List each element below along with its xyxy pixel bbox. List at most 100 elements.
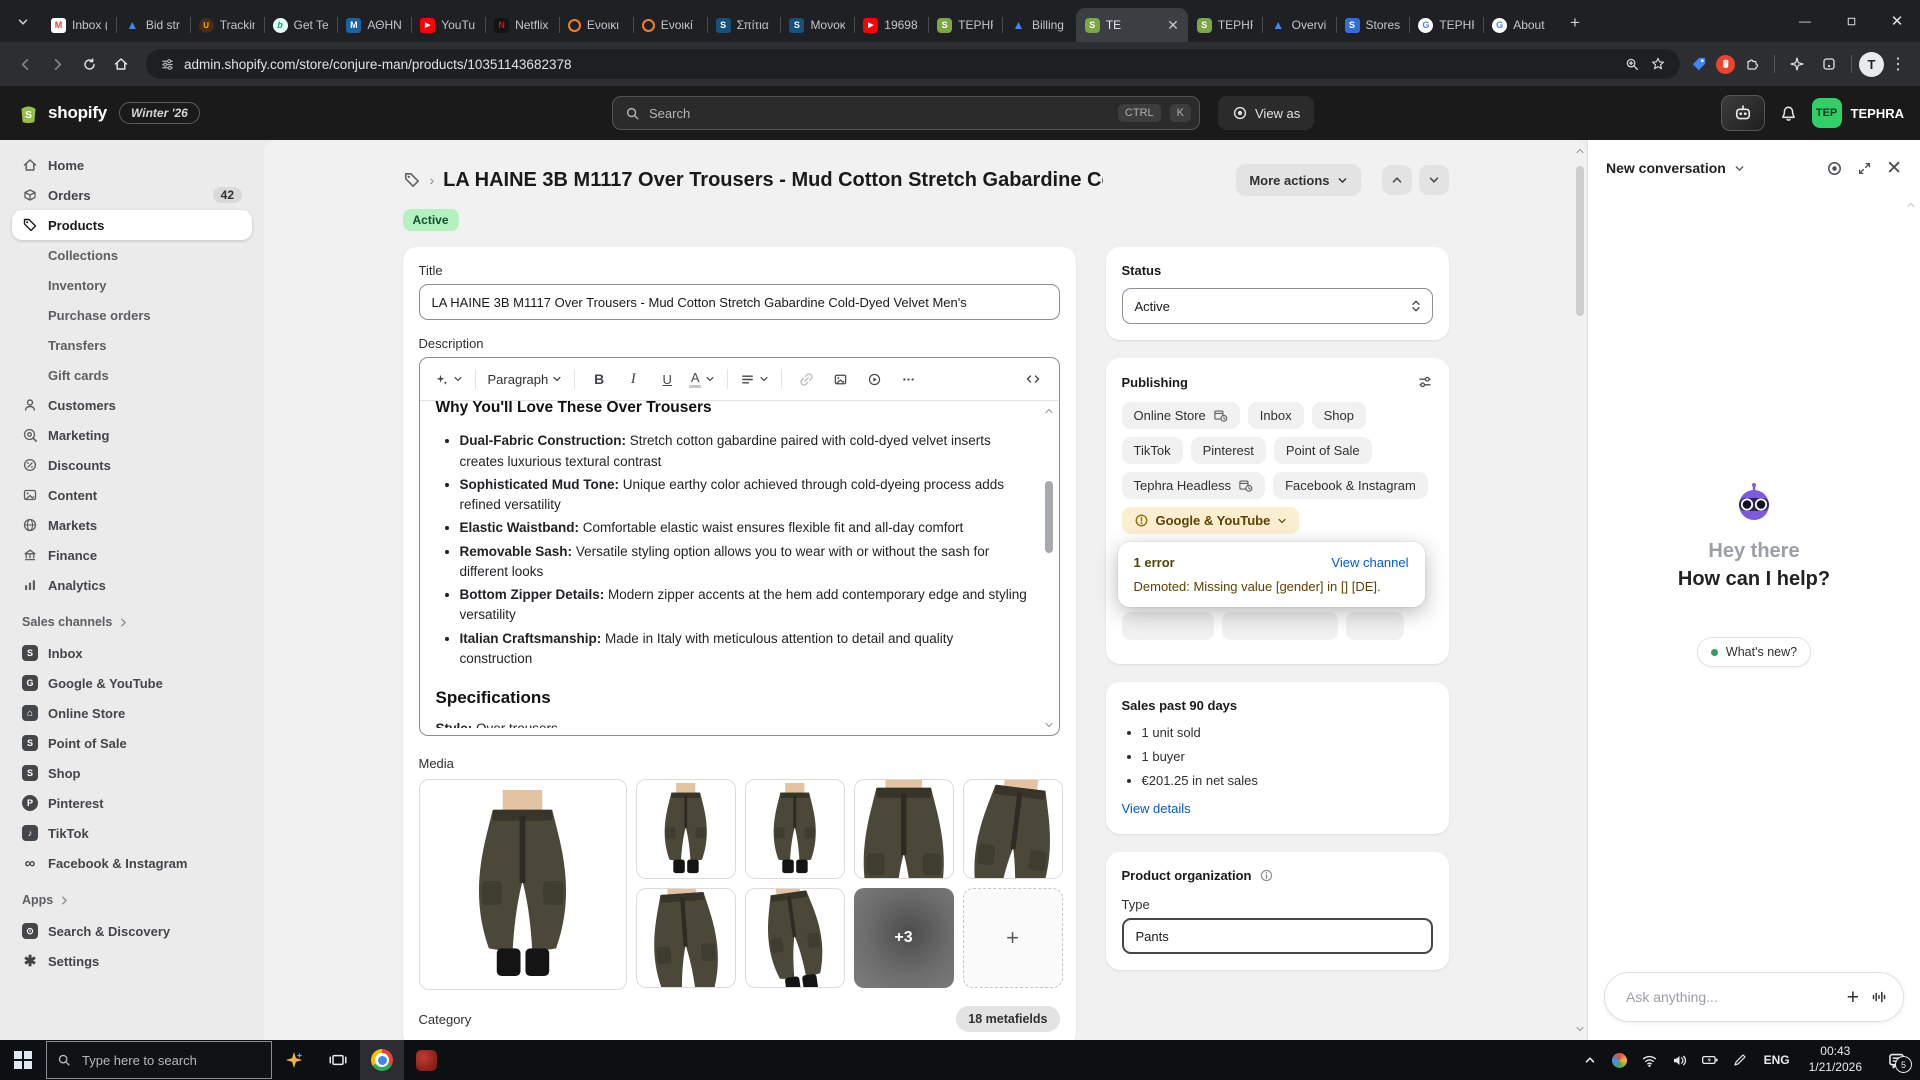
paragraph-style-dropdown[interactable]: Paragraph — [484, 365, 567, 393]
sidebar-item[interactable]: Products — [12, 210, 252, 240]
main-scrollbar-thumb[interactable] — [1576, 166, 1584, 316]
previous-product-button[interactable] — [1382, 165, 1412, 195]
admin-search-bar[interactable]: Search CTRL K — [612, 96, 1200, 130]
notification-center-icon[interactable]: 5 — [1872, 1040, 1920, 1080]
italic-button[interactable]: I — [617, 365, 649, 393]
underline-button[interactable]: U — [651, 365, 683, 393]
forward-icon[interactable] — [42, 49, 72, 79]
sidebar-item[interactable]: Content — [12, 480, 252, 510]
voice-input-icon[interactable] — [1871, 989, 1887, 1005]
scroll-up-icon[interactable] — [1044, 406, 1054, 416]
more-formatting-button[interactable] — [892, 365, 924, 393]
view-as-button[interactable]: View as — [1218, 96, 1314, 130]
minimize-button[interactable]: — — [1782, 0, 1828, 42]
home-icon[interactable] — [106, 49, 136, 79]
ask-anything-field[interactable] — [1624, 988, 1835, 1006]
more-actions-button[interactable]: More actions — [1236, 164, 1360, 196]
sidekick-button[interactable] — [1721, 95, 1765, 131]
maximize-button[interactable] — [1828, 0, 1874, 42]
whats-new-chip[interactable]: What's new? — [1697, 637, 1811, 667]
sidebar-item[interactable]: Orders 42 — [12, 180, 252, 210]
channel-pill[interactable]: Online Store — [1122, 402, 1240, 429]
channel-pill[interactable]: Pinterest — [1191, 437, 1266, 464]
bold-button[interactable]: B — [583, 365, 615, 393]
sidebar-channel-item[interactable]: P Pinterest — [12, 788, 252, 818]
browser-tab[interactable]: S TEPHR — [928, 8, 1002, 42]
attach-plus-icon[interactable]: + — [1847, 987, 1859, 1008]
browser-tab[interactable]: ▶ 19698 — [854, 8, 928, 42]
tray-color-app-icon[interactable] — [1605, 1040, 1635, 1080]
browser-tab[interactable]: ▲ Bid str — [116, 8, 190, 42]
product-type-input[interactable] — [1122, 918, 1433, 954]
browser-tab[interactable]: N Netflix — [485, 8, 559, 42]
media-photo-tile[interactable] — [963, 779, 1063, 879]
scroll-up-icon[interactable] — [1575, 146, 1585, 156]
insert-image-button[interactable] — [824, 365, 856, 393]
visibility-icon[interactable] — [1826, 160, 1843, 177]
language-indicator[interactable]: ENG — [1755, 1053, 1799, 1067]
channel-pill[interactable]: Shop — [1312, 402, 1366, 429]
text-color-button[interactable]: A — [685, 365, 719, 393]
browser-tab[interactable]: Ενοικί — [633, 8, 707, 42]
tab-search-button[interactable] — [8, 7, 38, 37]
new-tab-button[interactable]: + — [1561, 9, 1589, 37]
sidebar-subitem[interactable]: Collections — [12, 240, 252, 270]
pen-icon[interactable] — [1725, 1040, 1755, 1080]
reload-icon[interactable] — [74, 49, 104, 79]
browser-tab[interactable]: S Μονοκ — [780, 8, 854, 42]
extensions-puzzle-icon[interactable] — [1737, 49, 1767, 79]
sidebar-subitem[interactable]: Transfers — [12, 330, 252, 360]
copilot-sparkle-icon[interactable] — [272, 1040, 316, 1080]
next-product-button[interactable] — [1419, 165, 1449, 195]
favorites-sparkle-icon[interactable] — [1782, 49, 1812, 79]
adblock-extension-icon[interactable] — [1716, 55, 1735, 74]
sidebar-app-item[interactable]: ⊙ Search & Discovery — [12, 916, 252, 946]
media-photo-tile[interactable] — [745, 779, 845, 879]
taskbar-search-input[interactable] — [80, 1052, 234, 1069]
back-icon[interactable] — [10, 49, 40, 79]
scroll-down-icon[interactable] — [1575, 1024, 1585, 1034]
media-photo-tile[interactable] — [636, 779, 736, 879]
taskbar-search[interactable] — [46, 1041, 272, 1079]
tab-close-icon[interactable]: ✕ — [1167, 18, 1179, 32]
browser-tab[interactable]: S TE ✕ — [1076, 8, 1188, 42]
sales-channels-header[interactable]: Sales channels — [12, 606, 252, 638]
browser-tab[interactable]: b Get Te — [264, 8, 338, 42]
sidebar-channel-item[interactable]: ∞ Facebook & Instagram — [12, 848, 252, 878]
browser-tab[interactable]: S Stores — [1336, 8, 1410, 42]
taskbar-clock[interactable]: 00:43 1/21/2026 — [1799, 1044, 1872, 1075]
browser-tab[interactable]: ▶ YouTu — [411, 8, 485, 42]
browser-menu-icon[interactable]: ⋮ — [1886, 54, 1910, 74]
wifi-icon[interactable] — [1635, 1040, 1665, 1080]
chrome-taskbar-icon[interactable] — [360, 1040, 404, 1080]
browser-tab[interactable]: ▲ Billing — [1002, 8, 1076, 42]
bookmark-star-icon[interactable] — [1650, 56, 1666, 72]
address-bar[interactable]: admin.shopify.com/store/conjure-man/prod… — [146, 49, 1680, 79]
scroll-down-icon[interactable] — [1044, 720, 1054, 730]
sidebar-item[interactable]: Discounts — [12, 450, 252, 480]
code-view-button[interactable] — [1017, 365, 1049, 393]
media-photo-main[interactable] — [419, 779, 627, 990]
sidebar-item[interactable]: Home — [12, 150, 252, 180]
task-view-icon[interactable] — [316, 1040, 360, 1080]
site-settings-icon[interactable] — [160, 57, 175, 72]
channel-pill[interactable]: Google & YouTube — [1122, 507, 1300, 534]
apps-header[interactable]: Apps — [12, 884, 252, 916]
media-photo-tile[interactable] — [854, 779, 954, 879]
expand-icon[interactable] — [1857, 161, 1872, 176]
browser-tab[interactable]: Ενοικι — [559, 8, 633, 42]
sidebar-channel-item[interactable]: S Shop — [12, 758, 252, 788]
media-add-tile[interactable]: + — [963, 888, 1063, 988]
sidebar-subitem[interactable]: Inventory — [12, 270, 252, 300]
ai-magic-button[interactable] — [430, 365, 467, 393]
battery-icon[interactable] — [1695, 1040, 1725, 1080]
close-button[interactable]: ✕ — [1874, 0, 1920, 42]
sidebar-subitem[interactable]: Gift cards — [12, 360, 252, 390]
media-photo-tile[interactable] — [745, 888, 845, 988]
channel-pill[interactable]: Inbox — [1248, 402, 1304, 429]
chat-scroll-up-icon[interactable] — [1906, 200, 1916, 210]
windows-start-button[interactable] — [0, 1040, 46, 1080]
close-panel-icon[interactable]: ✕ — [1886, 159, 1902, 178]
tab-group-icon[interactable] — [1814, 49, 1844, 79]
editor-scrollbar-thumb[interactable] — [1045, 481, 1053, 553]
